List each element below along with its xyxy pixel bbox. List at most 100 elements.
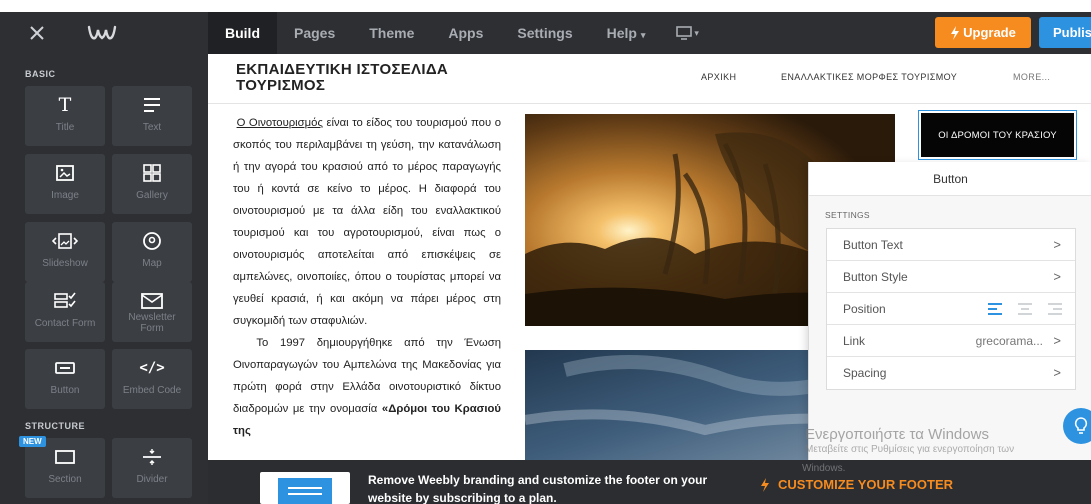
tab-settings[interactable]: Settings [500,12,589,54]
element-map[interactable]: Map [112,222,192,282]
lightbulb-icon [1074,417,1088,434]
customize-footer-link[interactable]: CUSTOMIZE YOUR FOOTER [760,477,953,492]
tab-build[interactable]: Build [208,12,277,54]
wine-routes-button[interactable]: ΟΙ ΔΡΟΜΟΙ ΤΟΥ ΚΡΑΣΙΟΥ [921,113,1074,157]
site-title[interactable]: ΕΚΠΑΙΔΕΥΤΙΚΗ ΙΣΤΟΣΕΛΙΔΑ ΤΟΥΡΙΣΜΟΣ [236,62,536,94]
monitor-icon [676,26,693,40]
help-button[interactable] [1063,408,1091,444]
section-icon [25,446,105,468]
site-header: ΕΚΠΑΙΔΕΥΤΙΚΗ ΙΣΤΟΣΕΛΙΔΑ ΤΟΥΡΙΣΜΟΣ ΑΡΧΙΚΗ… [208,54,1091,104]
device-preview-button[interactable]: ▾ [662,12,713,54]
element-embed-code[interactable]: </> Embed Code [112,349,192,409]
chevron-right-icon: > [1053,365,1061,380]
element-gallery[interactable]: Gallery [112,154,192,214]
element-title[interactable]: T Title [25,86,105,146]
basic-heading: BASIC [25,69,56,79]
setting-position: Position [827,293,1075,325]
footer-banner: Remove Weebly branding and customize the… [208,460,1091,504]
publish-button[interactable]: Publish [1039,17,1091,48]
setting-label: Button Style [843,269,908,284]
panel-caption: SETTINGS [825,210,870,220]
panel-title: Button [809,162,1091,196]
element-label: Embed Code [122,385,182,396]
button-element-icon [25,357,105,379]
chevron-right-icon: > [1053,269,1061,284]
paragraph-2: Το 1997 δημιουργήθηκε από την Ένωση Οινο… [233,332,501,442]
close-icon [30,26,44,40]
element-label: Button [50,385,80,396]
element-slideshow[interactable]: Slideshow [25,222,105,282]
setting-label: Button Text [843,237,903,252]
element-label: Contact Form [34,318,96,329]
site-nav-alternative-tourism[interactable]: ΕΝΑΛΛΑΚΤΙΚΕΣ ΜΟΡΦΕΣ ΤΟΥΡΙΣΜΟΥ [781,72,957,82]
align-right-icon[interactable] [1047,302,1063,316]
new-badge: NEW [19,436,46,447]
close-editor-button[interactable] [25,12,49,54]
element-image[interactable]: Image [25,154,105,214]
upgrade-label: Upgrade [963,25,1016,40]
site-nav-more[interactable]: MORE... [1013,72,1050,82]
setting-spacing[interactable]: Spacing > [827,357,1075,389]
element-text[interactable]: Text [112,86,192,146]
tab-help-label: Help [606,25,637,41]
element-label: Text [142,122,162,133]
newsletter-line1: Newsletter [128,312,176,323]
customize-footer-label: CUSTOMIZE YOUR FOOTER [778,477,954,492]
element-label: Gallery [136,190,168,201]
top-strip [0,0,1091,12]
upgrade-button[interactable]: Upgrade [935,17,1031,48]
lightning-icon [951,25,960,40]
setting-button-text[interactable]: Button Text > [827,229,1075,261]
slideshow-icon [25,230,105,252]
newsletter-line2: Form [140,323,164,334]
envelope-icon [112,290,192,312]
align-center-icon[interactable] [1017,302,1033,316]
contact-form-icon [25,290,105,312]
article-text[interactable]: Ο Οινοτουρισμός είναι το είδος του τουρι… [233,112,501,442]
element-newsletter-form[interactable]: Newsletter Form [112,282,192,342]
divider-icon [112,446,192,468]
chevron-right-icon: > [1053,237,1061,252]
setting-button-style[interactable]: Button Style > [827,261,1075,293]
windows-activation-title: Ενεργοποιήστε τα Windows [805,426,989,443]
element-divider[interactable]: Divider [112,438,192,498]
setting-label: Link [843,333,866,348]
setting-link[interactable]: Link grecorama... > [827,325,1075,357]
element-label: Image [51,190,79,201]
windows-activation-tail: Windows. [802,463,846,474]
setting-label: Spacing [843,366,887,380]
paragraph-1-text: είναι το είδος του τουρισμού που ο σκοπό… [233,117,501,327]
chevron-down-icon: ▾ [640,30,646,40]
element-label: Divider [136,474,168,485]
chevron-down-icon: ▾ [694,27,699,38]
link-value: grecorama... [975,334,1043,348]
button-settings-panel: Button SETTINGS Button Text > Button Sty… [808,162,1091,460]
site-nav-home[interactable]: ΑΡΧΙΚΗ [701,72,736,82]
weebly-logo[interactable] [85,12,119,54]
footer-message: Remove Weebly branding and customize the… [368,473,708,504]
weebly-logo-icon [87,25,117,40]
paragraph-1: Ο Οινοτουρισμός είναι το είδος του τουρι… [233,112,501,332]
footer-preview-icon [278,478,332,504]
article-link[interactable]: Ο Οινοτουρισμός [237,117,323,129]
tab-pages[interactable]: Pages [277,12,352,54]
align-left-icon[interactable] [987,302,1003,316]
element-label: Slideshow [42,258,88,269]
alignment-options [987,302,1063,316]
wine-routes-button-element[interactable]: ΟΙ ΔΡΟΜΟΙ ΤΟΥ ΚΡΑΣΙΟΥ [918,110,1077,160]
code-icon: </> [139,360,165,376]
weebly-editor: Build Pages Theme Apps Settings Help ▾ ▾… [0,0,1091,504]
tab-theme[interactable]: Theme [352,12,431,54]
tab-help[interactable]: Help ▾ [590,12,663,54]
site-title-line2: ΤΟΥΡΙΣΜΟΣ [236,77,326,94]
lightning-icon [761,477,769,492]
element-section[interactable]: Section [25,438,105,498]
windows-activation-subtitle: Μεταβείτε στις Ρυθμίσεις για ενεργοποίησ… [805,444,1015,455]
element-button[interactable]: Button [25,349,105,409]
title-icon: T [58,94,72,116]
footer-thumbnail [260,472,350,504]
element-label: Title [55,122,75,133]
setting-label: Position [843,301,886,316]
element-contact-form[interactable]: Contact Form [25,282,105,342]
tab-apps[interactable]: Apps [431,12,500,54]
